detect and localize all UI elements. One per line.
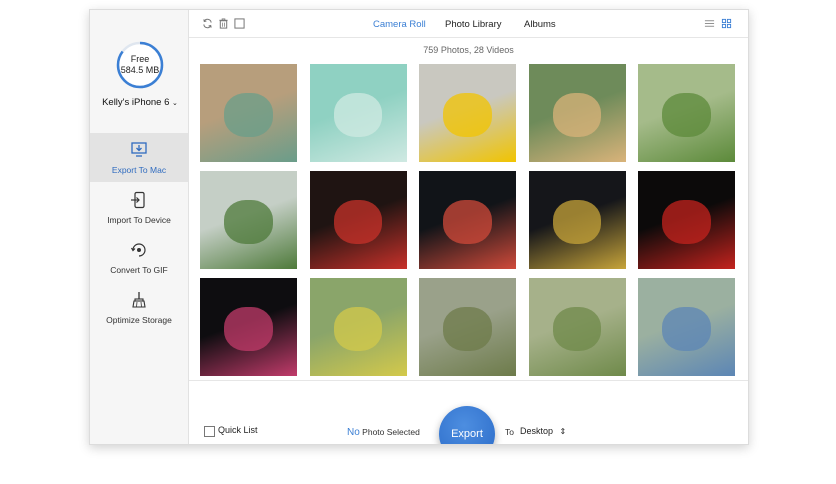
storage-label: Free <box>130 54 150 64</box>
tab-photo-library[interactable]: Photo Library <box>445 19 502 30</box>
destination-selector[interactable]: Desktop ⇕ <box>520 426 566 436</box>
updown-chevron-icon[interactable]: ⇕ <box>560 427 567 436</box>
sidebar-item-label: Convert To GIF <box>110 265 168 275</box>
photo-subject <box>443 93 492 138</box>
gif-convert-icon <box>130 243 146 257</box>
storage-info: Free 584.5 MB <box>90 54 190 76</box>
photo-subject <box>552 200 602 245</box>
tab-camera-roll[interactable]: Camera Roll <box>373 19 426 30</box>
photo-thumbnail-red-lanterns-night[interactable] <box>309 171 407 269</box>
device-selector[interactable]: Kelly's iPhone 6 ⌄ <box>90 97 190 108</box>
bottom-bar: Quick List No Photo Selected Export To D… <box>189 380 748 444</box>
sidebar-item-export-to-mac[interactable]: Export To Mac <box>90 133 188 182</box>
photo-subject <box>224 93 273 138</box>
device-name[interactable]: Kelly's iPhone 6 <box>102 97 169 108</box>
photo-thumbnail-collage-wall[interactable] <box>200 64 297 162</box>
sync-icon[interactable] <box>202 18 213 29</box>
photo-thumbnail-village-field[interactable] <box>309 278 407 376</box>
chevron-down-icon[interactable]: ⌄ <box>172 100 178 107</box>
photo-thumbnail-village-houses[interactable] <box>419 278 516 376</box>
top-toolbar: Camera Roll Photo Library Albums <box>189 10 748 38</box>
photo-subject <box>662 93 711 138</box>
sidebar-item-label: Export To Mac <box>111 165 167 175</box>
photo-thumbnail-lantern-figure[interactable] <box>200 278 297 376</box>
photo-thumbnail-lantern-festival-2[interactable] <box>528 171 626 269</box>
selection-text: Photo Selected <box>362 427 420 437</box>
photo-thumbnail-succulents[interactable] <box>528 64 626 162</box>
export-button[interactable]: Export <box>439 406 495 444</box>
quick-list-label[interactable]: Quick List <box>218 425 258 435</box>
app-window: Free 584.5 MB Kelly's iPhone 6 ⌄ Export … <box>89 9 749 445</box>
phone-import-icon <box>131 191 145 209</box>
destination-label: To <box>505 427 514 437</box>
photo-subject <box>333 93 383 138</box>
photo-thumbnail-yellow-flowers[interactable] <box>419 64 516 162</box>
monitor-download-icon <box>131 142 147 157</box>
tab-albums[interactable]: Albums <box>524 19 556 30</box>
photo-thumbnail-glass-terrarium[interactable] <box>200 171 297 269</box>
photo-thumbnail-potted-plant[interactable] <box>638 64 735 162</box>
destination-value[interactable]: Desktop <box>520 426 553 436</box>
photo-subject <box>552 307 602 352</box>
photo-thumbnail-cartoon-statue[interactable] <box>638 278 735 376</box>
select-all-icon[interactable] <box>234 18 245 29</box>
photo-count: 759 Photos, 28 Videos <box>423 45 514 55</box>
photo-subject <box>224 307 273 352</box>
photo-thumbnail-red-lanterns-dark[interactable] <box>638 171 735 269</box>
photo-subject <box>333 200 383 245</box>
photo-subject <box>224 200 273 245</box>
grid-view-icon[interactable] <box>721 18 732 29</box>
photo-subject <box>662 200 711 245</box>
photo-subject <box>552 93 602 138</box>
sidebar: Free 584.5 MB Kelly's iPhone 6 ⌄ Export … <box>90 10 189 444</box>
broom-icon <box>132 292 146 308</box>
photo-subject <box>443 307 492 352</box>
storage-value: 584.5 MB <box>120 65 160 75</box>
photo-thumbnail-green-car[interactable] <box>309 64 407 162</box>
trash-icon[interactable] <box>218 18 229 29</box>
selection-status: No Photo Selected <box>347 427 420 438</box>
sidebar-item-optimize-storage[interactable]: Optimize Storage <box>90 283 188 332</box>
quick-list-checkbox[interactable] <box>204 426 215 437</box>
sidebar-item-label: Optimize Storage <box>106 315 172 325</box>
photo-subject <box>443 200 492 245</box>
photo-subject <box>662 307 711 352</box>
photo-thumbnail-lantern-festival-1[interactable] <box>419 171 516 269</box>
sidebar-item-convert-to-gif[interactable]: Convert To GIF <box>90 233 188 282</box>
photo-subject <box>333 307 383 352</box>
photo-thumbnail-rural-scene[interactable] <box>528 278 626 376</box>
sidebar-item-import-to-device[interactable]: Import To Device <box>90 183 188 232</box>
selection-count: No <box>347 427 360 438</box>
sidebar-item-label: Import To Device <box>107 215 171 225</box>
list-view-icon[interactable] <box>704 18 715 29</box>
